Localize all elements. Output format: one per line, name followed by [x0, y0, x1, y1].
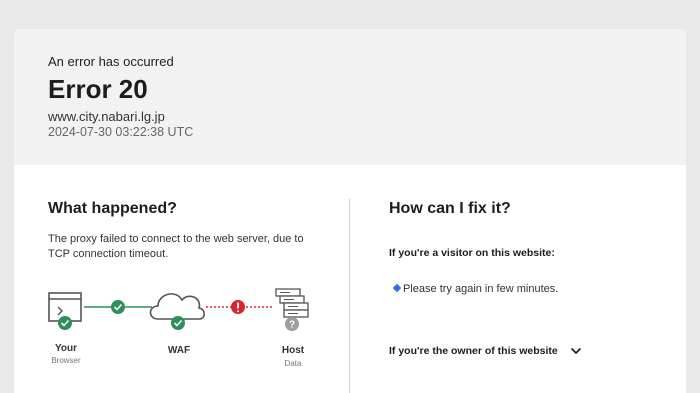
fix-heading: How can I fix it? — [389, 200, 511, 217]
svg-text:?: ? — [289, 320, 295, 331]
cloud-icon — [149, 293, 206, 320]
waf-ok-icon — [171, 316, 185, 330]
host-label: Host — [281, 345, 305, 356]
chevron-down-icon — [571, 347, 582, 355]
what-happened-heading: What happened? — [48, 200, 177, 217]
column-divider — [349, 199, 350, 393]
error-host: www.city.nabari.lg.jp — [48, 109, 165, 124]
error-header: An error has occurred Error 20 www.city.… — [14, 29, 686, 165]
error-card: An error has occurred Error 20 www.city.… — [14, 29, 686, 393]
visitor-label: If you're a visitor on this website: — [389, 247, 555, 259]
bullet-diamond-icon — [392, 283, 402, 293]
link1-ok-icon — [111, 300, 125, 314]
error-title: Error 20 — [48, 74, 148, 104]
browser-label: Your — [54, 343, 78, 354]
error-subtitle: An error has occurred — [48, 54, 174, 69]
host-sublabel: Data — [284, 359, 302, 368]
owner-section-toggle[interactable]: If you're the owner of this website — [389, 341, 582, 359]
visitor-tip: Please try again in few minutes. — [392, 283, 559, 295]
browser-sublabel: Browser — [51, 356, 81, 365]
browser-ok-icon — [58, 316, 72, 330]
error-timestamp: 2024-07-30 03:22:38 UTC — [48, 125, 194, 139]
server-icon — [275, 288, 309, 318]
host-unknown-icon: ? — [285, 317, 299, 331]
connection-diagram: ? — [48, 288, 309, 331]
waf-label: WAF — [167, 345, 191, 356]
what-happened-text: The proxy failed to connect to the web s… — [48, 233, 304, 260]
link2-error-icon — [231, 300, 245, 314]
owner-label: If you're the owner of this website — [389, 345, 558, 357]
visitor-tip-text: Please try again in few minutes. — [403, 283, 559, 295]
